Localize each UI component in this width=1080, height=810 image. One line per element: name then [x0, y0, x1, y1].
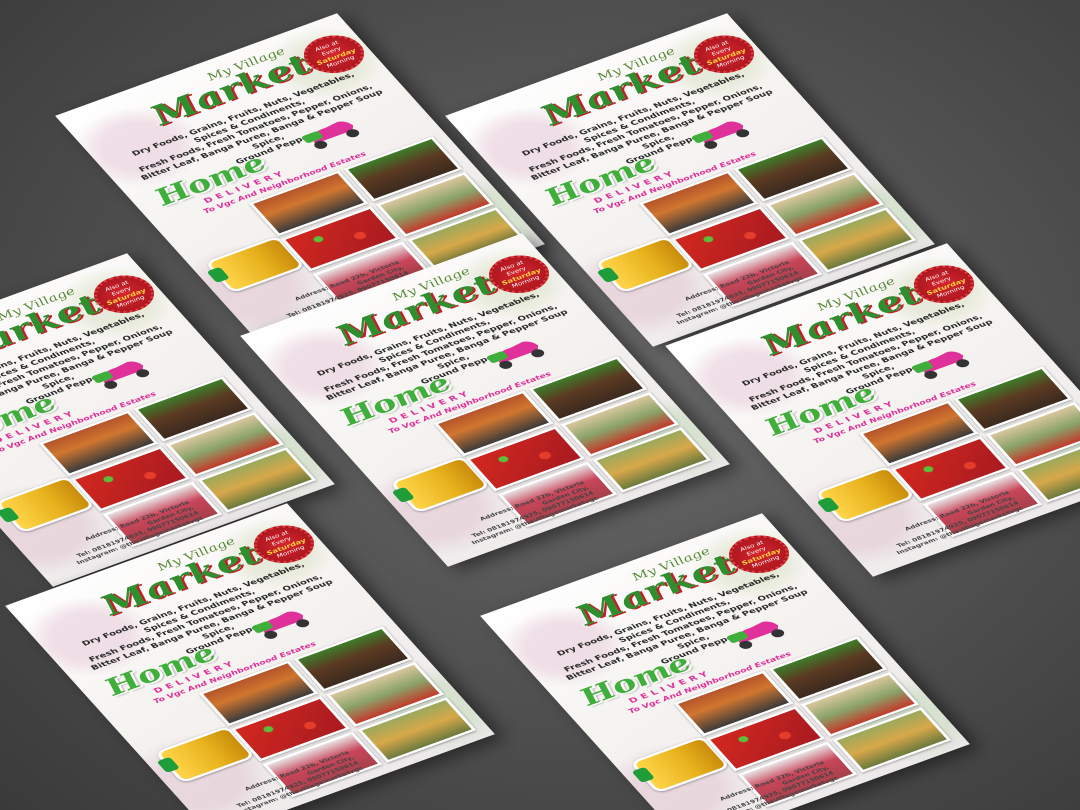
- flyer-mockup-scene: My Village Market Vgc Also at Every Satu…: [0, 0, 1080, 810]
